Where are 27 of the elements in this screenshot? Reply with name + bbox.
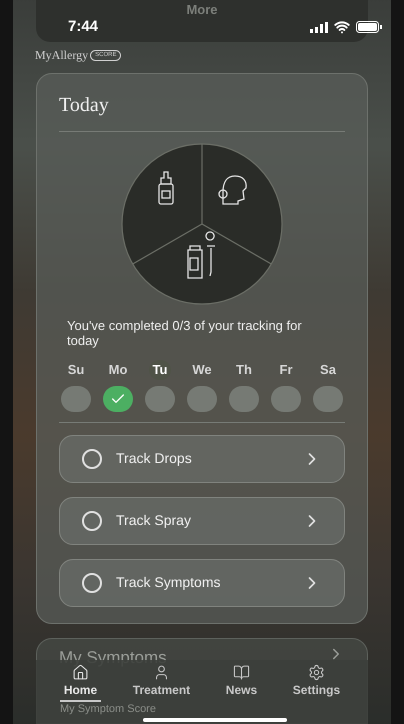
status-time: 7:44	[68, 17, 98, 37]
tab-item[interactable]: News	[222, 664, 262, 702]
signal-icon	[310, 22, 328, 33]
weekday-label: Sa	[319, 361, 337, 379]
weekday-label: Fr	[278, 361, 294, 379]
card-title: Today	[59, 93, 110, 118]
weekday-label: Th	[235, 361, 253, 379]
battery-icon	[356, 21, 382, 34]
task-checkbox[interactable]	[82, 448, 102, 468]
tab-item[interactable]: Home	[60, 664, 102, 702]
tab-item[interactable]: Settings	[288, 664, 344, 702]
book-icon	[232, 664, 250, 681]
task-checkbox[interactable]	[82, 572, 102, 592]
card-subtitle: My Symptom Score	[60, 703, 157, 715]
track-button[interactable]: Track Spray	[59, 496, 345, 544]
top-card-title: More	[186, 1, 218, 19]
track-button[interactable]: Track Symptoms	[59, 558, 345, 606]
settings-icon	[308, 664, 325, 681]
progress-text: You've completed 0/3 of your tracking for today	[66, 318, 303, 348]
weekday-label: We	[191, 361, 213, 379]
weekday-label: Mo	[108, 361, 128, 379]
weekday-label: Su	[66, 361, 86, 379]
weekday-label: Tu	[148, 360, 172, 380]
task-checkbox[interactable]	[82, 510, 102, 530]
wifi-icon	[334, 19, 350, 36]
logo-text: MyAllergy	[35, 47, 88, 64]
track-button[interactable]: Track Drops	[59, 434, 345, 482]
